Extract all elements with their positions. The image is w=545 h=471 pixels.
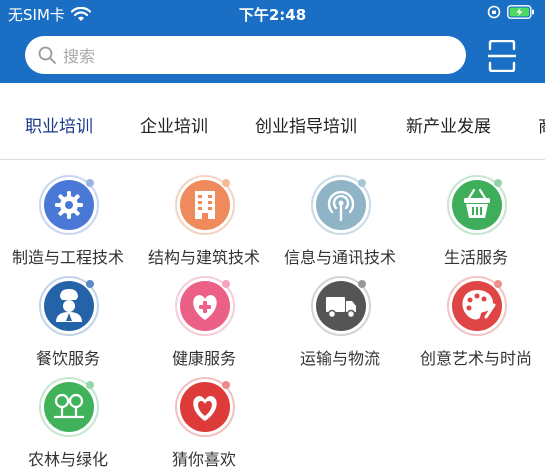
antenna-icon: [311, 175, 371, 235]
category-tabs: 职业培训 企业培训 创业指导培训 新产业发展 商: [0, 83, 545, 160]
building-icon: [175, 175, 235, 235]
category-label: 制造与工程技术: [11, 248, 124, 267]
trees-icon: [39, 377, 99, 437]
tab-entrepreneurship-training[interactable]: 创业指导培训: [255, 112, 357, 137]
category-transport[interactable]: 运输与物流: [272, 275, 408, 370]
category-label: 猜你喜欢: [171, 450, 236, 469]
battery-charging-icon: [507, 5, 534, 19]
category-construction[interactable]: 结构与建筑技术: [136, 174, 272, 269]
gear-wrench-icon: [39, 175, 99, 235]
search-icon: [38, 46, 56, 64]
shopping-basket-icon: [447, 175, 507, 235]
category-label: 健康服务: [171, 349, 236, 368]
palette-icon: [447, 276, 507, 336]
status-right: [487, 5, 535, 19]
double-heart-icon: [175, 377, 235, 437]
tab-new-industry[interactable]: 新产业发展: [406, 112, 491, 137]
category-label: 结构与建筑技术: [147, 248, 260, 267]
search-placeholder: 搜索: [63, 47, 96, 66]
chef-icon: [39, 276, 99, 336]
category-label: 生活服务: [443, 248, 508, 267]
tab-vocational-training[interactable]: 职业培训: [25, 112, 93, 137]
category-health[interactable]: 健康服务: [136, 275, 272, 370]
heart-plus-icon: [175, 276, 235, 336]
status-time: 下午2:48: [238, 6, 307, 24]
scan-icon[interactable]: [488, 40, 516, 72]
category-manufacturing[interactable]: 制造与工程技术: [0, 174, 136, 269]
category-label: 运输与物流: [299, 349, 380, 368]
tab-enterprise-training[interactable]: 企业培训: [140, 112, 208, 137]
category-life-services[interactable]: 生活服务: [408, 174, 544, 269]
category-agriculture[interactable]: 农林与绿化: [0, 376, 136, 471]
category-label: 农林与绿化: [27, 450, 108, 469]
category-label: 创意艺术与时尚: [419, 349, 532, 368]
category-catering[interactable]: 餐饮服务: [0, 275, 136, 370]
app-header: 无SIM卡 下午2:48 搜索: [0, 0, 545, 83]
category-label: 信息与通讯技术: [283, 248, 396, 267]
category-creative-arts[interactable]: 创意艺术与时尚: [408, 275, 544, 370]
category-label: 餐饮服务: [35, 349, 100, 368]
category-ict[interactable]: 信息与通讯技术: [272, 174, 408, 269]
category-guess-you-like[interactable]: 猜你喜欢: [136, 376, 272, 471]
status-bar: 无SIM卡 下午2:48: [0, 0, 545, 28]
truck-icon: [311, 276, 371, 336]
orientation-lock-icon: [487, 5, 501, 19]
tab-business[interactable]: 商: [538, 112, 545, 137]
search-input[interactable]: 搜索: [25, 36, 466, 74]
